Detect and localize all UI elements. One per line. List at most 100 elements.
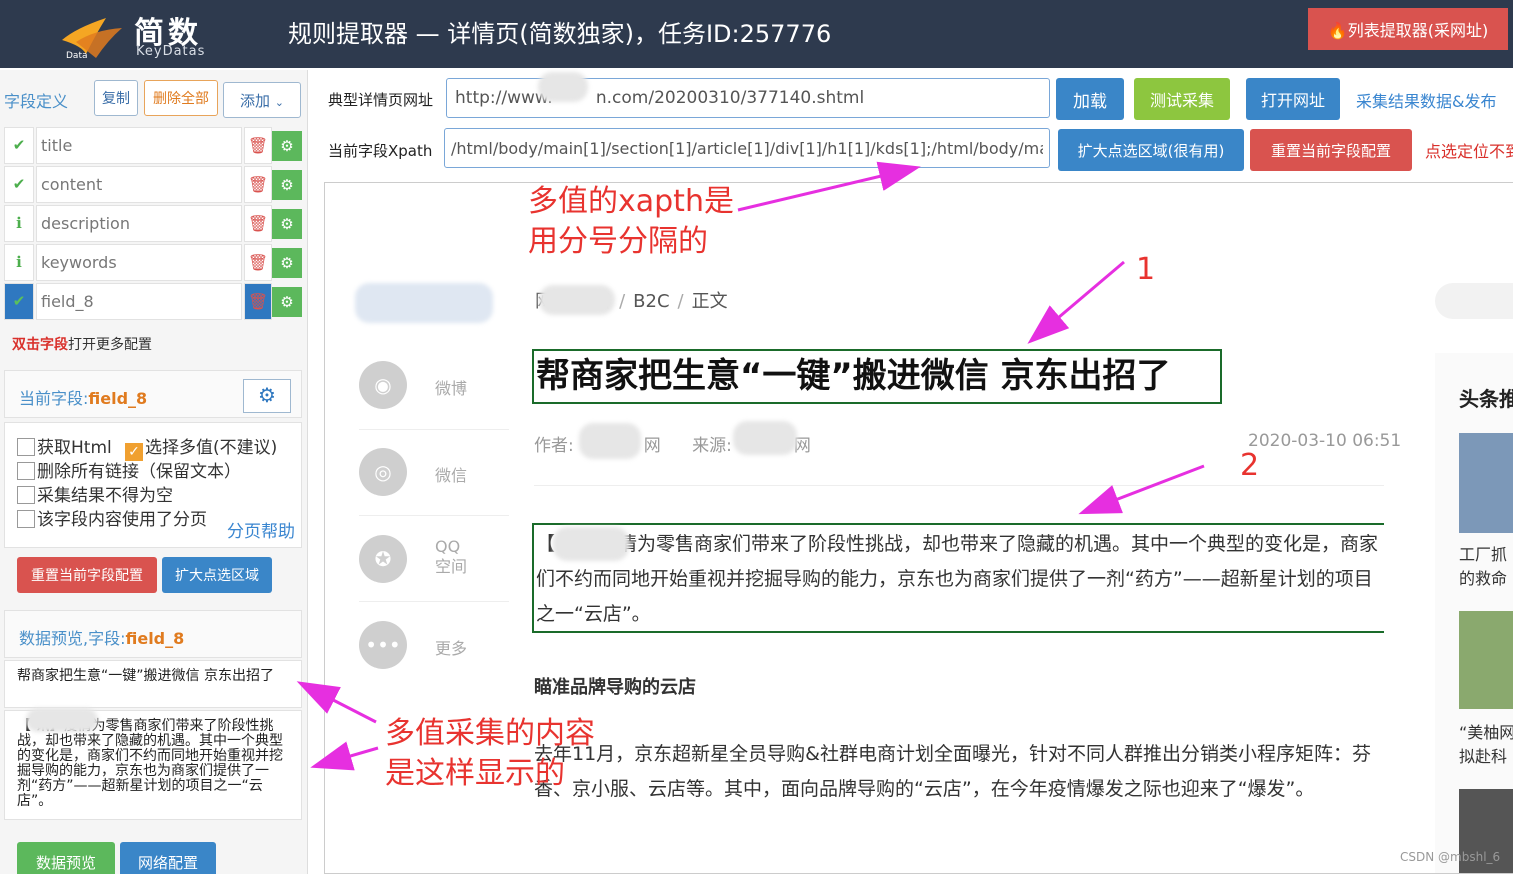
checkbox[interactable] [17,438,35,456]
news-thumbnail[interactable] [1459,611,1513,709]
xpath-input[interactable] [444,128,1050,168]
field-name[interactable]: content [36,166,242,203]
field-row[interactable]: ✔ title 🗑 ⚙ [4,127,302,164]
data-preview-label: 数据预览,字段:field_8 [19,629,185,648]
delete-all-button[interactable]: 删除全部 [144,80,218,116]
keydatas-logo: Data 简数 KeyDatas [56,6,236,62]
logo-subtitle: KeyDatas [136,44,206,59]
annotation-number: 1 [1136,252,1156,287]
field-row[interactable]: ✔ field_8 🗑 ⚙ [4,283,302,320]
left-panel: 字段定义 复制 删除全部 添加 ⌄ ✔ title 🗑 ⚙ ✔ content 🗑 ⚙ ℹ des… [0,70,308,874]
detail-url-input[interactable] [446,78,1050,118]
trash-icon[interactable]: 🗑 [244,283,272,320]
redaction-blur [553,527,629,561]
site-search[interactable] [1435,283,1513,319]
redaction-blur [733,421,797,455]
field-name[interactable]: keywords [36,244,242,281]
option-checkbox[interactable]: 获取Html [17,433,112,458]
breadcrumb-item: 正文 [691,291,728,312]
current-field-settings-button[interactable]: ⚙ [243,379,291,413]
add-label: 添加 [239,91,270,110]
gear-icon[interactable]: ⚙ [272,209,302,239]
article-subheading: 瞄准品牌导购的云店 [534,677,696,698]
gear-icon[interactable]: ⚙ [272,131,302,161]
news-thumbnail[interactable] [1459,433,1513,533]
xpath-label: 当前字段Xpath [328,142,433,160]
gear-icon[interactable]: ⚙ [272,287,302,317]
option-checkbox[interactable]: 采集结果不得为空 [17,481,173,506]
breadcrumb-item[interactable]: B2C [633,291,669,312]
results-publish-link[interactable]: 采集结果数据&发布 [1356,88,1496,112]
field-row[interactable]: ℹ keywords 🗑 ⚙ [4,244,302,281]
field-name[interactable]: title [36,127,242,164]
checkbox[interactable] [17,462,35,480]
check-icon: ✔ [4,127,34,164]
divider [359,429,509,430]
logo-badge: Data [66,51,88,61]
share-weibo[interactable]: ◉ 微博 [359,361,479,411]
data-preview-button[interactable]: 数据预览 [17,842,115,874]
copy-button[interactable]: 复制 [94,80,138,116]
news-link[interactable]: “美柚网 拟赴科 [1459,721,1513,769]
redaction-blur [538,72,588,102]
field-row[interactable]: ✔ content 🗑 ⚙ [4,166,302,203]
open-url-button[interactable]: 打开网址 [1246,78,1340,120]
share-wechat[interactable]: ◎ 微信 [359,448,479,498]
annotation-number: 2 [1240,448,1260,483]
double-click-hint: 双击字段打开更多配置 [12,334,152,354]
article-lead[interactable]: 【 讯】疫情为零售商家们带来了阶段性挑战，却也带来了隐藏的机遇。其中一个典型的变… [532,523,1384,633]
selection-warning: 点选定位不到 [1425,142,1513,161]
reset-field-config-button[interactable]: 重置当前字段配置 [17,557,157,593]
test-collect-button[interactable]: 测试采集 [1134,78,1230,120]
article-title[interactable]: 帮商家把生意“一键”搬进微信 京东出招了 [532,349,1222,404]
sidebar-title: 头条推 [1459,387,1513,411]
redaction-blur [539,285,615,315]
redaction-blur [26,708,98,732]
load-button[interactable]: 加载 [1056,78,1124,120]
current-field-label: 当前字段:field_8 [19,389,148,408]
checkbox[interactable] [17,486,35,504]
field-name[interactable]: field_8 [36,283,242,320]
current-field-box: 当前字段:field_8 ⚙ [4,370,302,418]
article-body: 去年11月，京东超新星全员导购&社群电商计划全面曝光，针对不同人群推出分销类小程… [534,743,1371,800]
gear-icon[interactable]: ⚙ [272,248,302,278]
checkbox[interactable] [17,510,35,528]
news-link[interactable]: 工厂抓 的救命 [1459,543,1507,591]
network-config-button[interactable]: 网络配置 [120,842,216,874]
hint-rest: 打开更多配置 [68,337,152,353]
pagination-help-link[interactable]: 分页帮助 [227,517,295,542]
trash-icon[interactable]: 🗑 [244,166,272,203]
gear-icon[interactable]: ⚙ [272,170,302,200]
xpath-annotation: 多值的xapth是 用分号分隔的 [528,184,734,259]
option-checkbox[interactable]: 删除所有链接（保留文本） [17,457,241,482]
check-icon: ✔ [4,283,34,320]
weibo-icon: ◉ [359,361,407,409]
share-more[interactable]: ••• 更多 [359,621,479,671]
wechat-icon: ◎ [359,448,407,496]
fields-heading: 字段定义 [4,92,69,111]
redaction-blur [579,423,641,459]
expand-selection-useful-button[interactable]: 扩大点选区域(很有用) [1058,129,1244,171]
preview-annotation: 多值采集的内容 是这样显示的 [385,716,595,791]
reset-current-field-button[interactable]: 重置当前字段配置 [1250,129,1412,171]
share-qzone[interactable]: ✪ QQ 空间 [359,535,479,585]
field-options: 获取Html ✓ 选择多值(不建议) 删除所有链接（保留文本） 采集结果不得为空 该字段内… [4,422,302,548]
field-row[interactable]: ℹ description 🗑 ⚙ [4,205,302,242]
app-header: Data 简数 KeyDatas 规则提取器 — 详情页(简数独家)，任务ID:… [0,0,1513,68]
trash-icon[interactable]: 🗑 [244,127,272,164]
hint-strong: 双击字段 [12,337,68,353]
page-title: 规则提取器 — 详情页(简数独家)，任务ID:257776 [288,20,832,48]
trash-icon[interactable]: 🗑 [244,244,272,281]
expand-selection-button[interactable]: 扩大点选区域 [162,557,272,593]
option-checkbox[interactable]: 该字段内容使用了分页 [17,505,207,530]
list-extractor-button[interactable]: 🔥列表提取器(采网址) [1308,8,1508,50]
field-name[interactable]: description [36,205,242,242]
add-field-dropdown[interactable]: 添加 ⌄ [223,82,301,118]
info-icon: ℹ [4,244,34,281]
more-icon: ••• [359,621,407,669]
gear-icon: ⚙ [258,385,276,407]
qzone-icon: ✪ [359,535,407,583]
data-preview-field: field_8 [125,629,185,648]
current-field-value: field_8 [88,389,148,408]
trash-icon[interactable]: 🗑 [244,205,272,242]
